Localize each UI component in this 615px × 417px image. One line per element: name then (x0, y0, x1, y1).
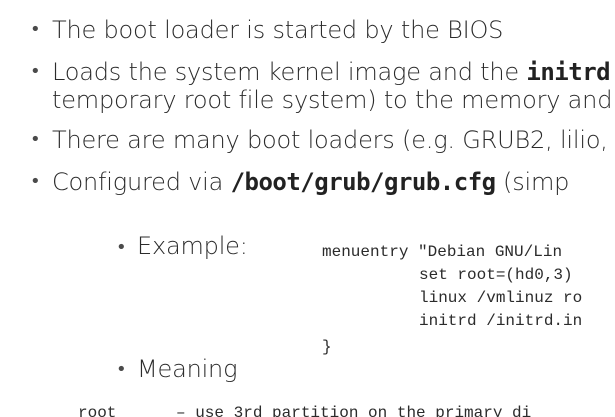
code-line-close-brace: } (322, 338, 332, 356)
code-line-menuentry: menuentry "Debian GNU/Lin (322, 243, 563, 261)
sub-bullet-text: Example: (137, 232, 248, 260)
bullet-text-suffix: (simp (495, 168, 570, 196)
code-line-initrd: initrd /initrd.in (419, 312, 583, 330)
inline-code-initrd: initrd (526, 58, 611, 86)
bullet-text: Configured via (52, 168, 231, 196)
bullet-text: The boot loader is started by the BIOS (52, 16, 504, 44)
meaning-term-root: root (78, 404, 117, 417)
bullet-dot: • (30, 61, 41, 82)
sub-bullet-text: Meaning (137, 355, 238, 383)
bullet-text: temporary root file system) to the memor… (52, 86, 615, 114)
meaning-definition: – use 3rd partition on the primary di (176, 404, 532, 417)
bullet-loads-kernel: Loads the system kernel image and the in… (52, 58, 615, 86)
code-line-linux: linux /vmlinuz ro (419, 289, 583, 307)
bullet-dot: • (30, 19, 41, 40)
bullet-configured-via: Configured via /boot/grub/grub.cfg (simp (52, 168, 569, 196)
bullet-text-suffix: im (610, 58, 615, 86)
sub-bullet-meaning: Meaning (137, 355, 237, 383)
bullet-boot-loader-started: The boot loader is started by the BIOS (52, 16, 503, 44)
sub-bullet-dot: • (116, 237, 127, 258)
bullet-dot: • (30, 129, 41, 150)
sub-bullet-dot: • (116, 359, 127, 380)
sub-bullet-example: Example: (137, 232, 248, 260)
bullet-loads-kernel-continued: temporary root file system) to the memor… (52, 86, 615, 114)
inline-code-grub-cfg: /boot/grub/grub.cfg (230, 168, 497, 196)
code-line-set-root: set root=(hd0,3) (419, 266, 573, 284)
bullet-dot: • (30, 171, 41, 192)
bullet-text: Loads the system kernel image and the (52, 58, 527, 86)
bullet-many-boot-loaders: There are many boot loaders (e.g. GRUB2,… (52, 126, 615, 154)
slide: • The boot loader is started by the BIOS… (0, 0, 615, 417)
bullet-text: There are many boot loaders (e.g. GRUB2,… (52, 126, 615, 154)
